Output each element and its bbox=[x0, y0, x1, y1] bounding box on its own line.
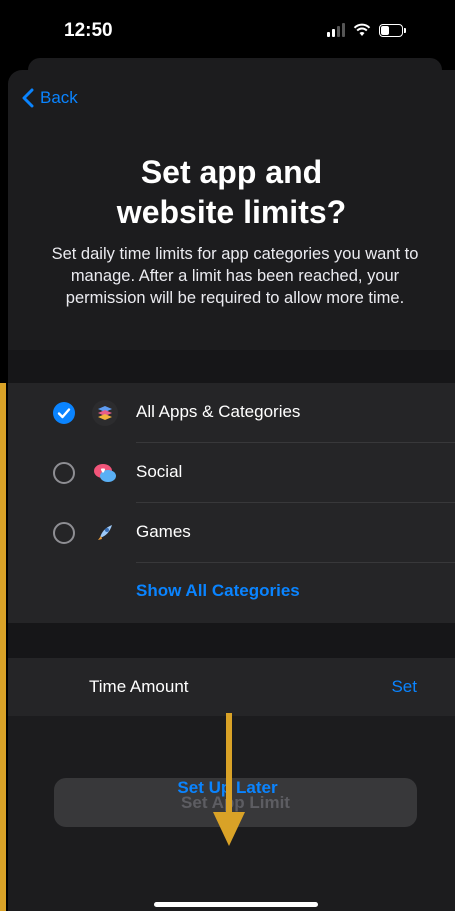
set-up-later-button[interactable]: Set Up Later bbox=[0, 778, 455, 798]
status-time: 12:50 bbox=[64, 20, 113, 41]
back-label: Back bbox=[40, 88, 78, 107]
stack-icon bbox=[92, 400, 118, 426]
signal-icon bbox=[327, 23, 345, 37]
category-row-social[interactable]: Social bbox=[8, 443, 455, 503]
home-indicator[interactable] bbox=[154, 902, 318, 907]
annotation-bar bbox=[0, 383, 6, 911]
chat-bubbles-icon bbox=[94, 464, 116, 482]
category-label: All Apps & Categories bbox=[136, 402, 301, 421]
battery-icon bbox=[379, 24, 406, 37]
category-list: All Apps & Categories Social Games Show … bbox=[8, 383, 455, 623]
wifi-icon bbox=[353, 23, 371, 36]
section-spacer bbox=[8, 623, 455, 658]
status-icons bbox=[327, 23, 406, 37]
time-amount-row[interactable]: Time Amount Set bbox=[8, 658, 455, 716]
status-bar: 12:50 bbox=[0, 0, 455, 62]
category-label: Social bbox=[136, 462, 183, 481]
checkmark-icon[interactable] bbox=[53, 402, 75, 424]
radio-circle-icon[interactable] bbox=[53, 462, 75, 484]
category-row-all[interactable]: All Apps & Categories bbox=[8, 383, 455, 443]
rocket-icon bbox=[98, 525, 112, 540]
title-line-2: website limits? bbox=[116, 194, 347, 230]
page-description: Set daily time limits for app categories… bbox=[51, 245, 419, 307]
radio-circle-icon[interactable] bbox=[53, 522, 75, 544]
time-amount-label: Time Amount bbox=[89, 677, 189, 696]
divider bbox=[136, 562, 455, 563]
page-title: Set app and website limits? bbox=[8, 152, 455, 232]
section-spacer bbox=[8, 350, 455, 383]
title-line-1: Set app and bbox=[140, 154, 323, 190]
set-time-button[interactable]: Set bbox=[391, 677, 417, 697]
back-button[interactable]: Back bbox=[22, 88, 78, 108]
chevron-left-icon bbox=[22, 88, 34, 108]
show-all-categories-link[interactable]: Show All Categories bbox=[136, 581, 300, 601]
category-row-games[interactable]: Games bbox=[8, 503, 455, 563]
category-label: Games bbox=[136, 522, 191, 541]
